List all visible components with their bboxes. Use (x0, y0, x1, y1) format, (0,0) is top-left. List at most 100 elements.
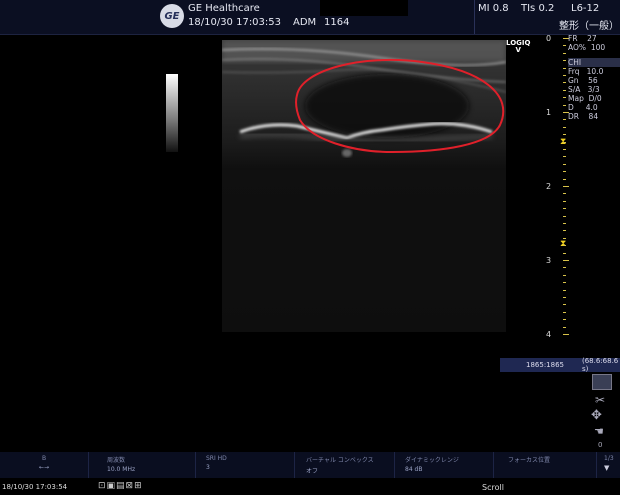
ruler-tick (563, 297, 566, 298)
dr-value: 84 (588, 112, 599, 121)
depth-ruler: 0 1 2 3 4 ⧗ ⧗ (540, 34, 569, 344)
softkey-title: B (41, 455, 47, 462)
focus-marker-2[interactable]: ⧗ (560, 239, 566, 249)
sa-value: 3/3 (587, 85, 600, 94)
d-value: 4.0 (585, 103, 598, 112)
ruler-tick (563, 193, 566, 195)
softkey-title: バーチャル コンベックス (306, 457, 374, 464)
ge-logo: GE (160, 4, 184, 28)
depth-label-4: 4 (546, 330, 552, 339)
depth-label-1: 1 (546, 108, 552, 117)
ruler-tick (563, 134, 566, 136)
imaging-parameters: FR 27 AO% 100 CHI Frq 10.0 Gn 56 S/A 3/3… (568, 34, 620, 144)
film-icon[interactable] (592, 374, 612, 390)
ruler-tick (563, 52, 566, 54)
gn-value: 56 (588, 76, 598, 85)
hand-icon[interactable]: ☚ (594, 425, 604, 438)
frq-value: 10.0 (586, 67, 604, 76)
scroll-label: Scroll (482, 483, 504, 492)
preset-name: 整形（一般） (559, 21, 619, 32)
softkey-virtual-convex[interactable]: バーチャル コンベックス オフ (298, 452, 395, 478)
ruler-tick (563, 104, 566, 106)
softkey-value: 84 dB (405, 466, 423, 473)
status-bar: 18/10/30 17:03:54 ⊡▣▤⊠⊞ Scroll (0, 480, 620, 495)
ruler-tick (563, 334, 569, 335)
ruler-tick (563, 126, 566, 128)
logiq-brand: LOGIQ V (506, 40, 530, 54)
ruler-tick (563, 267, 566, 269)
softkey-title: フォーカス位置 (508, 457, 551, 464)
ruler-tick (563, 237, 566, 239)
ruler-tick (563, 304, 566, 306)
header-divider (474, 0, 475, 34)
page-down-icon[interactable]: ▼ (604, 464, 618, 472)
softkey-value: ←→ (38, 464, 50, 471)
ruler-tick (563, 289, 566, 291)
ruler-tick (563, 260, 569, 261)
softkey-value: 10.0 MHz (107, 466, 136, 473)
fr-label: FR (568, 34, 578, 43)
softkey-bar: B ←→ 周波数 10.0 MHz SRI HD 3 バーチャル コンベックス … (0, 452, 620, 478)
redacted-patient-name (320, 0, 408, 16)
softkey-page-label: 1/3 (604, 455, 614, 462)
ruler-tick (563, 163, 566, 165)
d-label: D (568, 103, 574, 112)
ruler-tick (563, 230, 566, 232)
probe-name: L6-12 (571, 3, 600, 14)
ruler-tick (563, 186, 569, 187)
softkey-title: ダイナミックレンジ (405, 457, 459, 464)
brand-line-2: V (515, 46, 521, 54)
ruler-tick (563, 178, 566, 180)
cine-frame-ratio: 1865:1865 (526, 361, 564, 369)
ao-label: AO% (568, 43, 587, 52)
ruler-tick (563, 156, 566, 158)
company-name: GE Healthcare (188, 3, 260, 14)
ruler-tick (563, 282, 566, 284)
map-value: D/0 (588, 94, 602, 103)
ruler-tick (563, 319, 566, 321)
ruler-tick (563, 75, 566, 76)
patient-id: 1164 (324, 17, 350, 28)
ruler-tick (563, 141, 566, 143)
softkey-value: オフ (306, 468, 319, 475)
ruler-tick (563, 60, 566, 62)
ruler-tick (563, 67, 566, 69)
cine-counter: 0 (598, 441, 603, 449)
softkey-dynamic-range[interactable]: ダイナミックレンジ 84 dB (397, 452, 494, 478)
ruler-tick (563, 311, 566, 313)
fr-value: 27 (587, 34, 597, 43)
trackball-arrows-icon[interactable]: ✥ (591, 408, 602, 423)
depth-label-2: 2 (546, 182, 552, 191)
depth-label-0: 0 (546, 34, 552, 43)
softkey-b-mode[interactable]: B ←→ (0, 452, 89, 478)
cine-time-ratio: (68.6:68.6 s) (582, 357, 619, 373)
ruler-tick (563, 274, 566, 276)
ruler-tick (563, 97, 566, 99)
ultrasound-image[interactable] (222, 40, 506, 332)
softkey-value: 3 (206, 464, 210, 471)
gn-label: Gn (568, 76, 579, 85)
header-datetime: 18/10/30 17:03:53 (188, 17, 282, 28)
softkey-title: 周波数 (107, 457, 126, 464)
scissors-icon[interactable]: ✂ (595, 393, 605, 407)
grayscale-bar (166, 74, 178, 152)
softkey-focus-position[interactable]: フォーカス位置 (500, 452, 597, 478)
softkey-frequency[interactable]: 周波数 10.0 MHz (99, 452, 196, 478)
ruler-tick (563, 215, 566, 217)
ao-value: 100 (590, 43, 606, 52)
ruler-tick (563, 149, 566, 150)
ruler-tick (563, 200, 566, 202)
ruler-tick (563, 223, 566, 224)
map-label: Map (568, 94, 584, 103)
mi-index: MI 0.8 (478, 3, 509, 14)
softkey-title: SRI HD (206, 455, 227, 462)
tis-index: TIs 0.2 (521, 3, 555, 14)
ruler-tick (563, 45, 566, 47)
status-datetime: 18/10/30 17:03:54 (2, 483, 68, 491)
ultrasound-scan-graphic (222, 40, 506, 332)
ruler-tick (563, 208, 566, 210)
frq-label: Frq (568, 67, 580, 76)
softkey-sri-hd[interactable]: SRI HD 3 (198, 452, 295, 478)
cine-ratio-bar[interactable]: 1865:1865 (68.6:68.6 s) (500, 357, 620, 373)
softkey-page[interactable]: 1/3 ▼ (598, 452, 618, 478)
